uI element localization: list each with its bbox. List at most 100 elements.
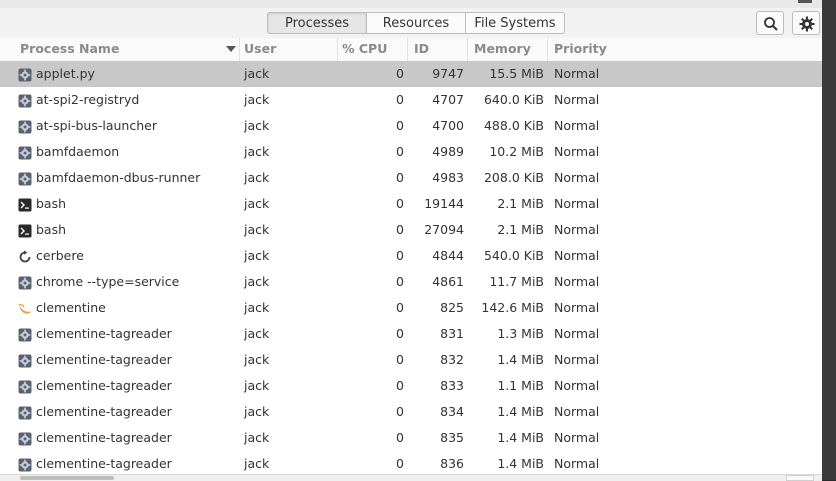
tab-resources[interactable]: Resources	[366, 12, 466, 34]
cpu-cell: 0	[396, 196, 404, 211]
column-header-label: Process Name	[20, 41, 120, 56]
table-row[interactable]: clementine-tagreader jack 0 833 1.1 MiB Norma…	[0, 373, 822, 399]
user-cell: jack	[244, 326, 270, 341]
cpu-cell: 0	[396, 456, 404, 471]
user-cell: jack	[244, 92, 270, 107]
column-header-user[interactable]: User	[240, 38, 338, 61]
column-header-memory[interactable]: Memory	[468, 38, 548, 61]
process-list[interactable]: applet.py jack 0 9747 15.5 MiB Normal at-spi2-…	[0, 61, 822, 474]
gear-icon	[18, 119, 32, 134]
priority-cell: Normal	[554, 248, 600, 263]
priority-cell: Normal	[554, 430, 600, 445]
maximize-button[interactable]	[798, 0, 812, 3]
cpu-cell: 0	[396, 118, 404, 133]
pid-cell: 9747	[432, 66, 464, 81]
table-row[interactable]: clementine jack 0 825 142.6 MiB Normal	[0, 295, 822, 321]
process-name-cell: bash	[36, 222, 67, 237]
user-cell: jack	[244, 196, 270, 211]
pid-cell: 835	[440, 430, 464, 445]
memory-cell: 540.0 KiB	[483, 248, 544, 263]
memory-cell: 1.4 MiB	[497, 456, 544, 471]
cpu-cell: 0	[396, 66, 404, 81]
memory-cell: 11.7 MiB	[489, 274, 544, 289]
table-row[interactable]: bamfdaemon-dbus-runner jack 0 4983 208.0 KiB…	[0, 165, 822, 191]
priority-cell: Normal	[554, 378, 600, 393]
priority-cell: Normal	[554, 456, 600, 471]
gear-icon	[18, 457, 32, 472]
cpu-cell: 0	[396, 300, 404, 315]
memory-cell: 1.1 MiB	[497, 378, 544, 393]
memory-cell: 640.0 KiB	[483, 92, 544, 107]
process-name-cell: clementine-tagreader	[36, 352, 172, 367]
column-header-process-name[interactable]: Process Name	[16, 38, 240, 61]
user-cell: jack	[244, 248, 270, 263]
search-button[interactable]	[756, 11, 784, 35]
table-row[interactable]: clementine-tagreader jack 0 832 1.4 MiB Norma…	[0, 347, 822, 373]
pid-cell: 4844	[432, 248, 464, 263]
scroll-corner	[786, 475, 814, 481]
process-name-cell: cerbere	[36, 248, 84, 263]
tab-processes[interactable]: Processes	[267, 12, 367, 34]
table-row[interactable]: clementine-tagreader jack 0 836 1.4 MiB Norma…	[0, 451, 822, 474]
clementine-icon	[18, 301, 32, 315]
memory-cell: 1.4 MiB	[497, 430, 544, 445]
process-name-cell: bash	[36, 196, 67, 211]
column-header-id[interactable]: ID	[408, 38, 468, 61]
process-name-cell: clementine-tagreader	[36, 456, 172, 471]
cpu-cell: 0	[396, 378, 404, 393]
user-cell: jack	[244, 118, 270, 133]
column-header-priority[interactable]: Priority	[548, 38, 822, 61]
table-row[interactable]: cerbere jack 0 4844 540.0 KiB Normal	[0, 243, 822, 269]
priority-cell: Normal	[554, 92, 600, 107]
table-row[interactable]: bash jack 0 19144 2.1 MiB Normal	[0, 191, 822, 217]
priority-cell: Normal	[554, 352, 600, 367]
terminal-icon	[18, 197, 32, 212]
pid-cell: 833	[440, 378, 464, 393]
cpu-cell: 0	[396, 170, 404, 185]
memory-cell: 2.1 MiB	[497, 196, 544, 211]
table-row[interactable]: clementine-tagreader jack 0 834 1.4 MiB Norma…	[0, 399, 822, 425]
table-row[interactable]: clementine-tagreader jack 0 835 1.4 MiB Norma…	[0, 425, 822, 451]
memory-cell: 1.4 MiB	[497, 404, 544, 419]
table-row[interactable]: applet.py jack 0 9747 15.5 MiB Normal	[0, 61, 822, 87]
cpu-cell: 0	[396, 352, 404, 367]
pid-cell: 836	[440, 456, 464, 471]
priority-cell: Normal	[554, 118, 600, 133]
user-cell: jack	[244, 222, 270, 237]
table-row[interactable]: chrome --type=service jack 0 4861 11.7 MiB No…	[0, 269, 822, 295]
gear-icon	[18, 145, 32, 160]
table-row[interactable]: at-spi-bus-launcher jack 0 4700 488.0 KiB Nor…	[0, 113, 822, 139]
sort-descending-icon	[226, 46, 236, 52]
memory-cell: 1.3 MiB	[497, 326, 544, 341]
process-name-cell: bamfdaemon	[36, 144, 120, 159]
cpu-cell: 0	[396, 430, 404, 445]
pid-cell: 19144	[424, 196, 464, 211]
cpu-cell: 0	[396, 274, 404, 289]
scrollbar-thumb[interactable]	[20, 476, 114, 480]
pid-cell: 825	[440, 300, 464, 315]
process-name-cell: at-spi2-registryd	[36, 92, 140, 107]
tab-file-systems[interactable]: File Systems	[465, 12, 565, 34]
table-row[interactable]: bash jack 0 27094 2.1 MiB Normal	[0, 217, 822, 243]
gear-icon	[18, 379, 32, 394]
cpu-cell: 0	[396, 326, 404, 341]
column-header-cpu[interactable]: % CPU	[338, 38, 408, 61]
pid-cell: 4861	[432, 274, 464, 289]
table-row[interactable]: bamfdaemon jack 0 4989 10.2 MiB Normal	[0, 139, 822, 165]
pid-cell: 4989	[432, 144, 464, 159]
memory-cell: 142.6 MiB	[481, 300, 544, 315]
pid-cell: 27094	[424, 222, 464, 237]
table-row[interactable]: clementine-tagreader jack 0 831 1.3 MiB Norma…	[0, 321, 822, 347]
process-name-cell: clementine-tagreader	[36, 378, 172, 393]
priority-cell: Normal	[554, 196, 600, 211]
user-cell: jack	[244, 170, 270, 185]
user-cell: jack	[244, 404, 270, 419]
gear-icon	[799, 16, 815, 32]
refresh-icon	[18, 249, 32, 263]
column-header-row: Process Name User % CPU ID Memory Priori…	[0, 38, 822, 62]
settings-button[interactable]	[792, 11, 820, 35]
terminal-icon	[18, 223, 32, 238]
priority-cell: Normal	[554, 404, 600, 419]
table-row[interactable]: at-spi2-registryd jack 0 4707 640.0 KiB Norma…	[0, 87, 822, 113]
gear-icon	[18, 431, 32, 446]
